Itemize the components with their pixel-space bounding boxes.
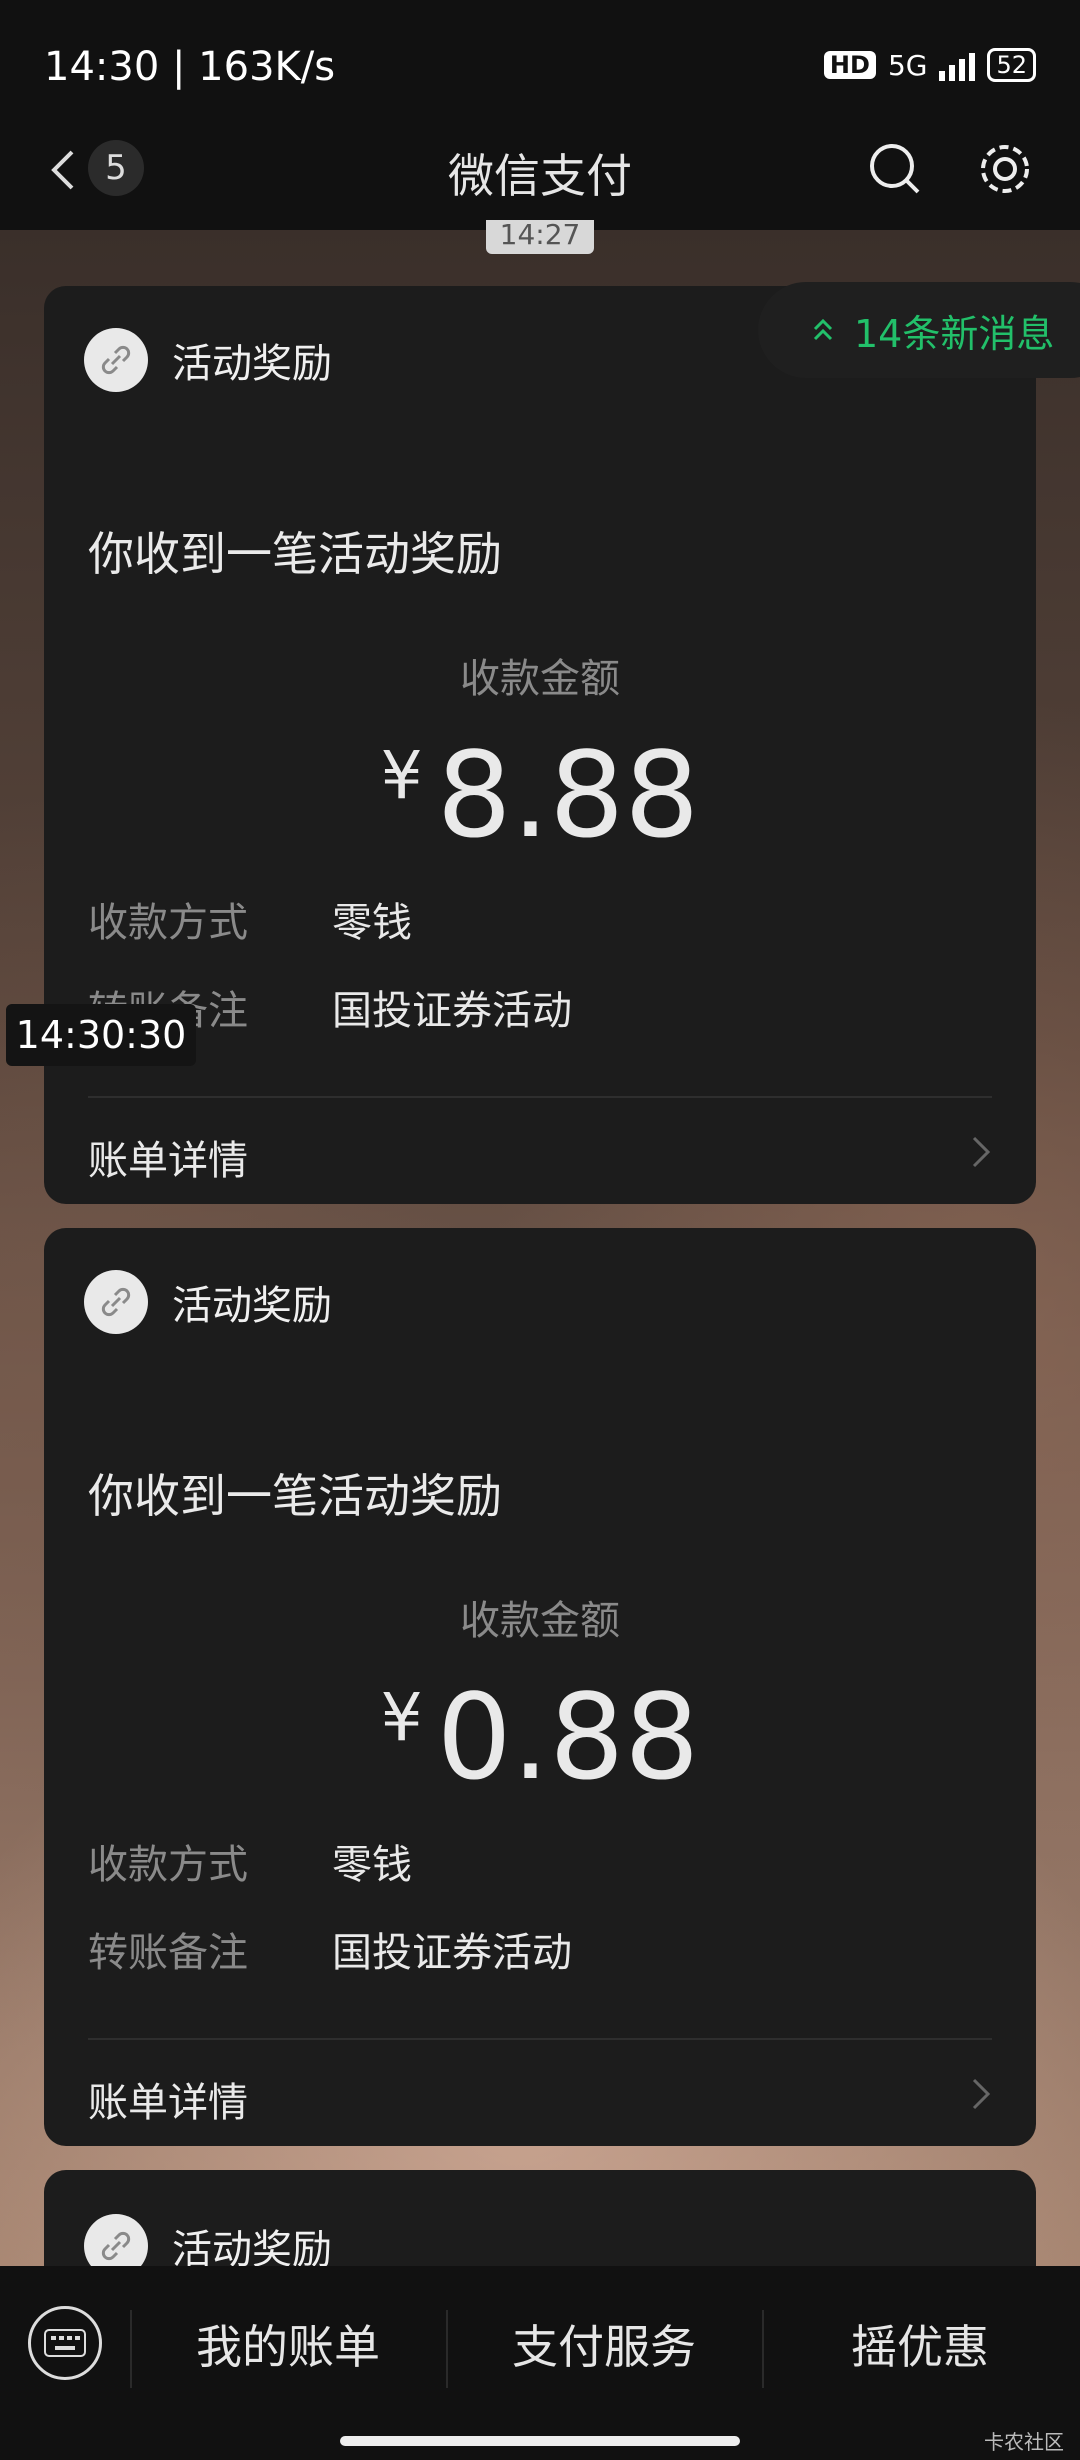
status-time: 14:30 | 163K/s <box>44 44 336 90</box>
link-icon <box>84 328 148 392</box>
hd-icon: HD <box>823 51 876 79</box>
card-header: 活动奖励 <box>84 328 332 392</box>
menu-payment-services[interactable]: 支付服务 <box>446 2304 762 2390</box>
amount-number: 0.88 <box>436 1668 700 1806</box>
method-row: 收款方式 零钱 <box>88 1832 412 1890</box>
card-title: 活动奖励 <box>172 341 332 387</box>
method-value: 零钱 <box>332 1842 412 1888</box>
amount-label: 收款金额 <box>460 1598 620 1644</box>
amount-label: 收款金额 <box>460 656 620 702</box>
amount-value: ¥0.88 <box>44 1668 1036 1806</box>
new-messages-button[interactable]: 14条新消息 <box>758 282 1080 378</box>
divider <box>88 1096 992 1098</box>
bottom-menu-bar: 我的账单 支付服务 摇优惠 卡农社区 <box>0 2266 1080 2460</box>
bill-detail-link[interactable]: 账单详情 <box>88 1128 248 1186</box>
payment-card[interactable]: 活动奖励 你收到一笔活动奖励 收款金额 ¥0.88 收款方式 零钱 转账备注 国… <box>44 1228 1036 2146</box>
currency-symbol: ¥ <box>380 737 423 814</box>
card-header: 活动奖励 <box>84 1270 332 1334</box>
bill-detail-link[interactable]: 账单详情 <box>88 2070 248 2128</box>
status-icons: HD 5G 52 <box>823 48 1036 82</box>
double-chevron-up-icon <box>813 318 833 341</box>
divider <box>88 2038 992 2040</box>
note-value: 国投证券活动 <box>332 988 572 1034</box>
note-value: 国投证券活动 <box>332 1930 572 1976</box>
payment-card[interactable]: 活动奖励 你收到一笔活动奖励 收款金额 ¥8.88 收款方式 零钱 转账备注 国… <box>44 286 1036 1204</box>
new-messages-label: 14条新消息 <box>854 311 1055 356</box>
watermark: 卡农社区 <box>984 2430 1064 2454</box>
note-row: 转账备注 国投证券活动 <box>88 1920 572 1978</box>
method-row: 收款方式 零钱 <box>88 890 412 948</box>
recording-timestamp: 14:30:30 <box>6 1004 196 1066</box>
menu-my-bills[interactable]: 我的账单 <box>130 2304 446 2390</box>
signal-icon <box>939 49 976 81</box>
message-timestamp: 14:27 <box>486 220 594 254</box>
card-message: 你收到一笔活动奖励 <box>88 1469 502 1523</box>
method-value: 零钱 <box>332 900 412 946</box>
card-message: 你收到一笔活动奖励 <box>88 527 502 581</box>
amount-number: 8.88 <box>436 726 700 864</box>
gear-icon[interactable] <box>970 134 1040 204</box>
search-icon[interactable] <box>860 134 930 204</box>
battery-icon: 52 <box>987 48 1036 82</box>
home-indicator[interactable] <box>340 2436 740 2446</box>
chevron-right-icon <box>972 1136 991 1168</box>
note-label: 转账备注 <box>88 1930 248 1976</box>
card-title: 活动奖励 <box>172 1283 332 1329</box>
method-label: 收款方式 <box>88 1842 248 1888</box>
currency-symbol: ¥ <box>380 1679 423 1756</box>
amount-value: ¥8.88 <box>44 726 1036 864</box>
network-label: 5G <box>887 48 928 82</box>
nav-bar: 5 微信支付 <box>0 110 1080 230</box>
method-label: 收款方式 <box>88 900 248 946</box>
menu-shake-offers[interactable]: 摇优惠 <box>762 2304 1078 2390</box>
keyboard-toggle-icon[interactable] <box>28 2306 102 2380</box>
link-icon <box>84 1270 148 1334</box>
chevron-right-icon <box>972 2078 991 2110</box>
